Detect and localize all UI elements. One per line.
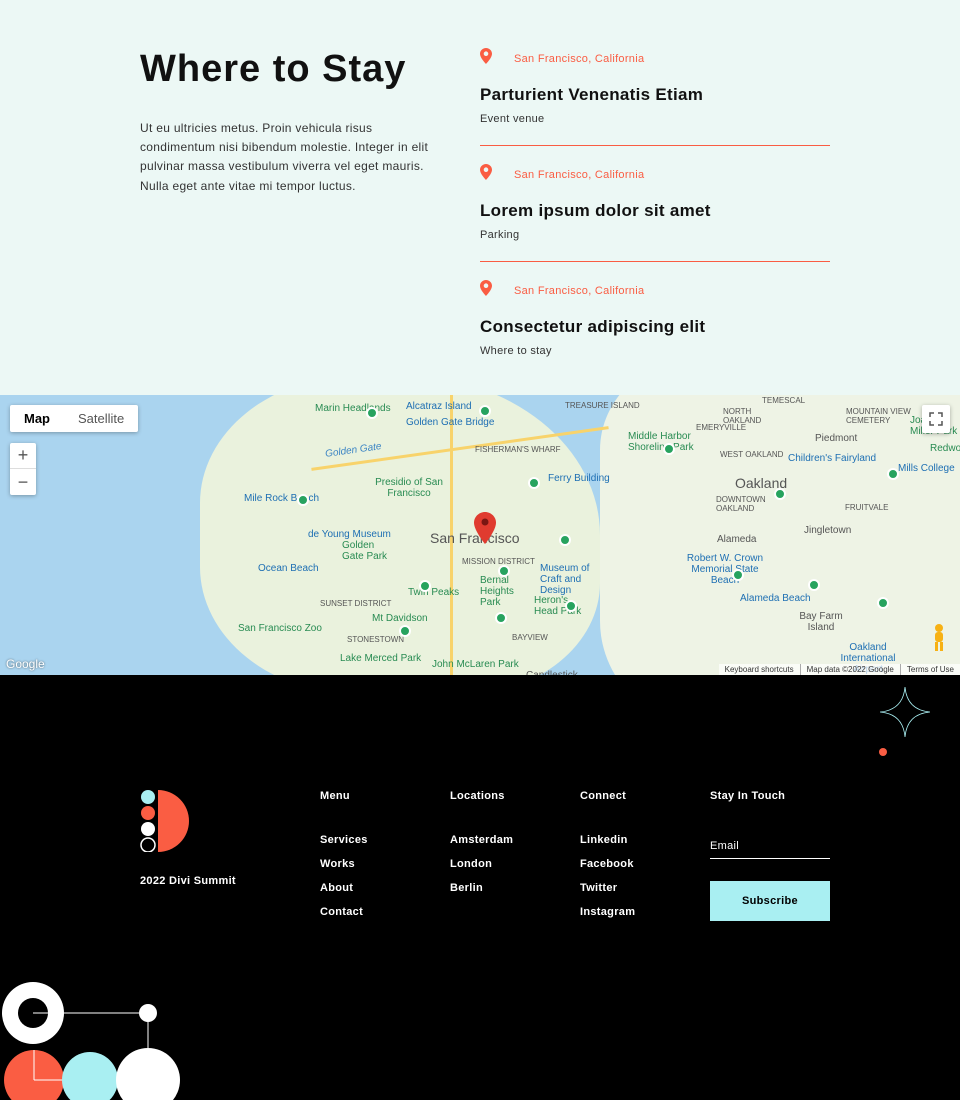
zoom-in-button[interactable]: + [10, 443, 36, 469]
map-label-sfzoo: San Francisco Zoo [238, 623, 322, 634]
location-subtitle: Parking [480, 229, 830, 241]
map-label-stonestown: STONESTOWN [347, 635, 404, 644]
footer-stayintouch-heading: Stay In Touch [710, 790, 830, 802]
location-city: San Francisco, California [514, 53, 644, 65]
map-type-map-button[interactable]: Map [10, 405, 64, 432]
footer-connect-heading: Connect [580, 790, 670, 802]
location-card: San Francisco, California Parturient Ven… [480, 48, 830, 146]
map[interactable]: San Francisco Oakland Alameda Piedmont E… [0, 395, 960, 675]
map-type-control: Map Satellite [10, 405, 138, 432]
map-data-label: Map data ©2022 Google [800, 664, 900, 675]
map-label-mountainview: MOUNTAIN VIEW CEMETERY [846, 407, 916, 425]
dot-decoration-icon [879, 748, 887, 756]
footer-link-facebook[interactable]: Facebook [580, 858, 670, 870]
map-label-bayfarm: Bay Farm Island [796, 611, 846, 633]
map-label-jingle: Jingletown [804, 525, 851, 536]
map-label-temescal: TEMESCAL [762, 396, 805, 405]
map-label-ggb: Golden Gate Bridge [406, 417, 494, 428]
map-label-sunset: SUNSET DISTRICT [320, 599, 391, 608]
footer-link-london[interactable]: London [450, 858, 540, 870]
map-label-mtdavidson: Mt Davidson [372, 613, 428, 624]
location-subtitle: Event venue [480, 113, 830, 125]
footer-link-amsterdam[interactable]: Amsterdam [450, 834, 540, 846]
map-label-lakemerced: Lake Merced Park [340, 653, 421, 664]
location-city: San Francisco, California [514, 169, 644, 181]
footer-link-works[interactable]: Works [320, 858, 410, 870]
map-credits: Keyboard shortcuts Map data ©2022 Google… [719, 664, 960, 675]
diamond-decoration-icon [880, 687, 930, 737]
map-label-crown: Robert W. Crown Memorial State Beach [680, 553, 770, 586]
location-title: Parturient Venenatis Etiam [480, 85, 830, 105]
map-label-ferry: Ferry Building [548, 473, 610, 484]
map-label-presidio: Presidio of San Francisco [374, 477, 444, 499]
footer-link-contact[interactable]: Contact [320, 906, 410, 918]
map-pin-icon [480, 164, 492, 185]
footer-link-linkedin[interactable]: Linkedin [580, 834, 670, 846]
map-label-bernal: Bernal Heights Park [480, 575, 530, 608]
map-label-mclaren: John McLaren Park [432, 659, 519, 670]
fullscreen-button[interactable] [922, 405, 950, 433]
location-card: San Francisco, California Lorem ipsum do… [480, 164, 830, 262]
footer-link-instagram[interactable]: Instagram [580, 906, 670, 918]
terms-link[interactable]: Terms of Use [900, 664, 960, 675]
map-label-alcatraz: Alcatraz Island [406, 401, 472, 412]
map-pin-icon [480, 48, 492, 69]
subscribe-button[interactable]: Subscribe [710, 881, 830, 921]
location-title: Consectetur adipiscing elit [480, 317, 830, 337]
map-label-mills: Mills College [898, 463, 955, 474]
map-label-alameda: Alameda [717, 534, 756, 545]
zoom-out-button[interactable]: − [10, 469, 36, 495]
map-zoom-control: + − [10, 443, 36, 495]
footer-locations-heading: Locations [450, 790, 540, 802]
footer-link-about[interactable]: About [320, 882, 410, 894]
footer-link-services[interactable]: Services [320, 834, 410, 846]
location-subtitle: Where to stay [480, 345, 830, 357]
map-label-oceanbeach: Ocean Beach [258, 563, 319, 574]
map-label-marin: Marin Headlands [315, 403, 391, 414]
where-to-stay-section: Where to Stay Ut eu ultricies metus. Pro… [0, 0, 960, 395]
page-description: Ut eu ultricies metus. Proin vehicula ri… [140, 119, 440, 196]
map-label-westoak: WEST OAKLAND [720, 450, 783, 459]
footer-link-berlin[interactable]: Berlin [450, 882, 540, 894]
map-label-noak: NORTH OAKLAND [723, 407, 763, 425]
map-label-ggp: Golden Gate Park [342, 540, 392, 562]
map-label-craft: Museum of Craft and Design [540, 563, 610, 596]
map-label-fruitvale: FRUITVALE [845, 503, 888, 512]
map-label-fairyland: Children's Fairyland [788, 453, 876, 464]
map-pin-icon [480, 280, 492, 301]
circles-decoration-icon [0, 980, 200, 1100]
map-marker-icon [474, 512, 496, 549]
keyboard-shortcuts-link[interactable]: Keyboard shortcuts [719, 664, 800, 675]
location-title: Lorem ipsum dolor sit amet [480, 201, 830, 221]
location-card: San Francisco, California Consectetur ad… [480, 280, 830, 357]
google-logo: Google [6, 657, 45, 671]
locations-list: San Francisco, California Parturient Ven… [480, 48, 960, 357]
map-label-alamedab: Alameda Beach [740, 593, 811, 604]
map-label-deyoung: de Young Museum [308, 529, 391, 540]
footer-menu-heading: Menu [320, 790, 410, 802]
streetview-pegman-button[interactable] [928, 623, 950, 653]
map-label-twinpeaks: Twin Peaks [408, 587, 459, 598]
email-input[interactable] [710, 834, 830, 859]
footer: 2022 Divi Summit Menu Services Works Abo… [0, 675, 960, 1100]
page-title: Where to Stay [140, 48, 440, 91]
map-label-fisherman: FISHERMAN'S WHARF [475, 445, 561, 454]
footer-link-twitter[interactable]: Twitter [580, 882, 670, 894]
map-label-redwood: Redwood [930, 443, 960, 454]
map-label-treasure: TREASURE ISLAND [565, 401, 640, 410]
map-label-bayview: BAYVIEW [512, 633, 548, 642]
map-label-downtown: DOWNTOWN OAKLAND [716, 495, 776, 513]
map-label-mission: MISSION DISTRICT [462, 557, 535, 566]
map-type-satellite-button[interactable]: Satellite [64, 405, 138, 432]
footer-tagline: 2022 Divi Summit [140, 875, 280, 887]
map-label-piedmont: Piedmont [815, 433, 857, 444]
logo-icon [140, 790, 280, 857]
location-city: San Francisco, California [514, 285, 644, 297]
